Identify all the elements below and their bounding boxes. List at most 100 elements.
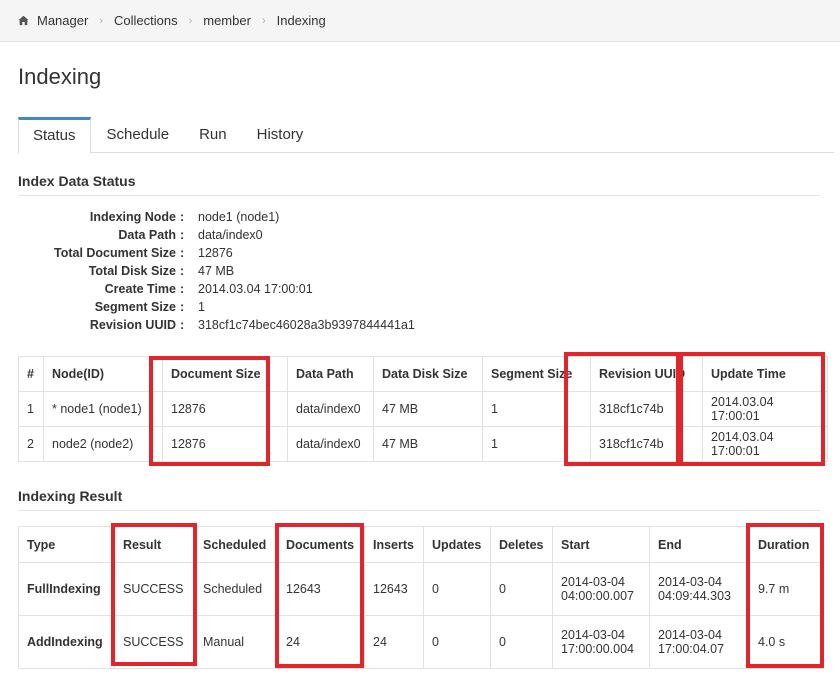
info-row-revision-uuid: Revision UUID:318cf1c74bec46028a3b939784… bbox=[18, 318, 518, 336]
table-row: FullIndexing SUCCESS Scheduled 12643 126… bbox=[18, 562, 823, 616]
end-time: 04:09:44.303 bbox=[658, 589, 731, 603]
column-header: Data Path bbox=[287, 356, 374, 392]
start-time: 04:00:00.007 bbox=[561, 589, 634, 603]
table-cell: 47 MB bbox=[373, 426, 483, 462]
column-header: Duration bbox=[749, 526, 823, 563]
table-cell: 1 bbox=[482, 426, 591, 462]
chevron-right-icon: › bbox=[99, 14, 103, 27]
start-date: 2014-03-04 bbox=[561, 628, 625, 642]
breadcrumb-member[interactable]: member bbox=[203, 13, 251, 28]
nodes-table: # Node(ID) Document Size Data Path Data … bbox=[18, 356, 828, 462]
info-label: Total Disk Size bbox=[88, 264, 176, 278]
index-data-status-heading: Index Data Status bbox=[18, 173, 820, 196]
column-header: # bbox=[18, 356, 44, 392]
deletes-cell: 0 bbox=[490, 562, 553, 616]
table-header-row: # Node(ID) Document Size Data Path Data … bbox=[18, 356, 828, 392]
type-cell: AddIndexing bbox=[18, 615, 115, 669]
info-colon: : bbox=[180, 300, 185, 314]
info-colon: : bbox=[180, 228, 185, 242]
info-row-indexing-node: Indexing Node: node1 (node1) bbox=[18, 210, 518, 228]
table-cell: 318cf1c74b bbox=[590, 426, 703, 462]
scheduled-cell: Scheduled bbox=[194, 562, 278, 616]
tab-bar: Status Schedule Run History bbox=[18, 117, 834, 154]
tab-schedule[interactable]: Schedule bbox=[93, 117, 184, 153]
breadcrumb-manager[interactable]: Manager bbox=[37, 13, 88, 28]
end-cell: 2014-03-04 04:09:44.303 bbox=[649, 562, 750, 616]
table-row: AddIndexing SUCCESS Manual 24 24 0 0 201… bbox=[18, 615, 823, 669]
column-header: Inserts bbox=[364, 526, 424, 563]
tab-history[interactable]: History bbox=[243, 117, 318, 153]
documents-cell: 12643 bbox=[277, 562, 365, 616]
info-row-data-path: Data Path: data/index0 bbox=[18, 228, 518, 246]
inserts-cell: 24 bbox=[364, 615, 424, 669]
breadcrumb: Manager › Collections › member › Indexin… bbox=[0, 0, 840, 42]
column-header: Data Disk Size bbox=[373, 356, 483, 392]
end-cell: 2014-03-04 17:00:04.07 bbox=[649, 615, 750, 669]
chevron-right-icon: › bbox=[261, 14, 266, 27]
updates-cell: 0 bbox=[423, 562, 491, 616]
indexing-result-heading: Indexing Result bbox=[18, 488, 820, 511]
table-header-row: Type Result Scheduled Documents Inserts … bbox=[18, 526, 823, 563]
info-value: 47 MB bbox=[198, 264, 235, 278]
table-cell: node2 (node2) bbox=[43, 426, 163, 462]
breadcrumb-collections[interactable]: Collections bbox=[114, 13, 178, 28]
info-label: Revision UUID bbox=[89, 318, 176, 332]
info-label: Segment Size bbox=[94, 300, 176, 314]
column-header: Type bbox=[18, 526, 115, 563]
column-header: Node(ID) bbox=[43, 356, 163, 392]
type-cell: FullIndexing bbox=[18, 562, 115, 616]
table-cell: 12876 bbox=[162, 391, 288, 427]
info-value: 318cf1c74bec46028a3b9397844441a1 bbox=[198, 318, 415, 332]
duration-cell: 9.7 m bbox=[749, 562, 823, 616]
info-row-total-document-size: Total Document Size:12876 bbox=[18, 246, 518, 264]
info-label: Create Time bbox=[104, 282, 176, 296]
table-cell: data/index0 bbox=[287, 426, 374, 462]
start-cell: 2014-03-04 04:00:00.007 bbox=[552, 562, 650, 616]
tab-run[interactable]: Run bbox=[185, 117, 241, 153]
table-cell: 47 MB bbox=[373, 391, 483, 427]
end-date: 2014-03-04 bbox=[658, 575, 722, 589]
tab-status[interactable]: Status bbox=[18, 117, 91, 154]
breadcrumb-indexing: Indexing bbox=[276, 13, 326, 28]
page-title: Indexing bbox=[18, 64, 102, 89]
chevron-right-icon: › bbox=[188, 14, 193, 27]
column-header: Revision UUID bbox=[590, 356, 703, 392]
deletes-cell: 0 bbox=[490, 615, 553, 669]
info-colon: : bbox=[180, 246, 185, 260]
table-cell: 12876 bbox=[162, 426, 288, 462]
documents-cell: 24 bbox=[277, 615, 365, 669]
inserts-cell: 12643 bbox=[364, 562, 424, 616]
info-label: Indexing Node bbox=[89, 210, 176, 224]
table-cell: 2 bbox=[18, 426, 44, 462]
table-cell: 318cf1c74b bbox=[590, 391, 703, 427]
start-date: 2014-03-04 bbox=[561, 575, 625, 589]
column-header: Segment Size bbox=[482, 356, 591, 392]
info-label: Data Path bbox=[118, 228, 176, 242]
info-row-total-disk-size: Total Disk Size:47 MB bbox=[18, 264, 518, 282]
info-label: Total Document Size bbox=[53, 246, 176, 260]
scheduled-cell: Manual bbox=[194, 615, 278, 669]
column-header: Deletes bbox=[490, 526, 553, 563]
column-header: Document Size bbox=[162, 356, 288, 392]
info-colon: : bbox=[180, 264, 185, 278]
table-cell: 2014.03.04 17:00:01 bbox=[702, 426, 828, 462]
column-header: Scheduled bbox=[194, 526, 278, 563]
column-header: End bbox=[649, 526, 750, 563]
info-colon: : bbox=[180, 282, 185, 296]
end-date: 2014-03-04 bbox=[658, 628, 722, 642]
result-cell: SUCCESS bbox=[114, 562, 195, 616]
column-header: Updates bbox=[423, 526, 491, 563]
duration-cell: 4.0 s bbox=[749, 615, 823, 669]
info-value: 2014.03.04 17:00:01 bbox=[198, 282, 313, 296]
table-cell: data/index0 bbox=[287, 391, 374, 427]
info-value: 12876 bbox=[198, 246, 233, 260]
info-value: 1 bbox=[198, 300, 205, 314]
table-cell: 1 bbox=[482, 391, 591, 427]
info-row-segment-size: Segment Size:1 bbox=[18, 300, 518, 318]
column-header: Result bbox=[114, 526, 195, 563]
end-time: 17:00:04.07 bbox=[658, 642, 725, 656]
result-cell: SUCCESS bbox=[114, 615, 195, 669]
info-value: data/index0 bbox=[198, 228, 263, 242]
table-row: 2 node2 (node2) 12876 data/index0 47 MB … bbox=[18, 426, 828, 462]
table-cell: * node1 (node1) bbox=[43, 391, 163, 427]
